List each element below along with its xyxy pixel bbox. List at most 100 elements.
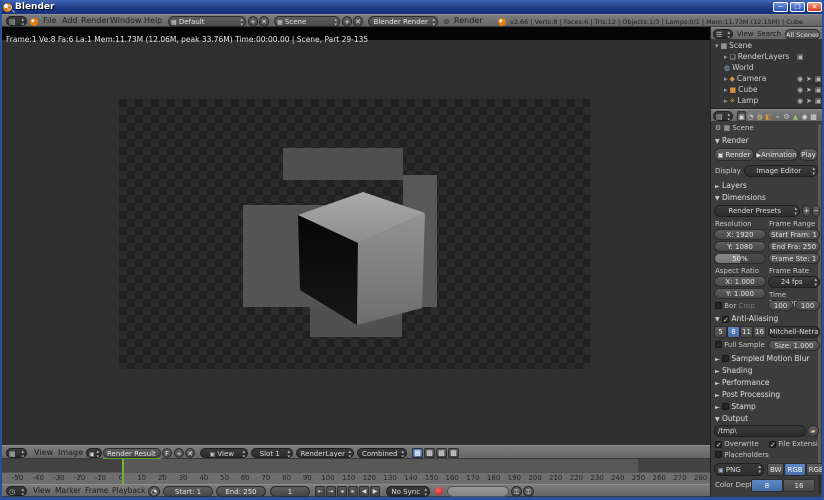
insert-keyframe-button[interactable]: ⚿ bbox=[511, 486, 522, 497]
frame-step-field[interactable]: Frame Ste: 1 bbox=[768, 253, 820, 264]
close-button[interactable]: ✕ bbox=[807, 2, 822, 12]
properties-tab-object[interactable]: ◧ bbox=[764, 113, 773, 121]
outliner-row-world[interactable]: ◍ World bbox=[711, 62, 822, 73]
outliner-item-label[interactable]: Lamp bbox=[737, 96, 758, 105]
display-dropdown[interactable]: Image Editor ▴ ▾ bbox=[744, 165, 818, 177]
panel-stamp-header[interactable]: ► Stamp bbox=[715, 402, 815, 414]
aa-samples-5[interactable]: 5 bbox=[714, 326, 727, 338]
aa-size-field[interactable]: Size: 1.000 bbox=[768, 340, 820, 351]
unlink-image-button[interactable]: ✕ bbox=[185, 448, 195, 458]
aa-filter-dropdown[interactable]: Mitchell-Netra▴▾ bbox=[768, 326, 820, 338]
outliner-item-label[interactable]: Scene bbox=[729, 41, 752, 50]
visibility-eye-icon[interactable]: ◉ bbox=[797, 75, 803, 83]
render-engine-dropdown[interactable]: Blender Render ▴ ▾ bbox=[368, 16, 438, 27]
use-preview-range-button[interactable]: ◔ bbox=[148, 486, 160, 497]
placeholders-checkbox[interactable]: Placeholders bbox=[715, 451, 769, 459]
outliner-item-label[interactable]: Camera bbox=[737, 74, 766, 83]
color-depth-16[interactable]: 16 bbox=[783, 479, 815, 492]
view-mode-dropdown[interactable]: ▣ View ▴ ▾ bbox=[200, 448, 248, 458]
channel-rgb[interactable]: RGB bbox=[784, 463, 806, 476]
color-depth-8[interactable]: 8 bbox=[751, 479, 783, 492]
render-pass-dropdown[interactable]: Combined ▴ ▾ bbox=[357, 448, 407, 458]
panel-dimensions-header[interactable]: ▼ Dimensions bbox=[715, 193, 766, 202]
channel-rgb-icon[interactable]: ▩ bbox=[412, 448, 423, 458]
previous-keyframe-button[interactable]: ◂ bbox=[337, 486, 347, 497]
panel-checkbox[interactable] bbox=[722, 355, 730, 362]
visibility-eye-icon[interactable]: ◉ bbox=[797, 86, 803, 94]
channel-alpha-icon[interactable]: ▩ bbox=[436, 448, 447, 458]
current-frame-marker[interactable] bbox=[122, 459, 124, 484]
menu-add[interactable]: Add bbox=[62, 15, 78, 27]
add-preset-button[interactable]: + bbox=[802, 205, 811, 217]
full-sample-checkbox[interactable]: Full Sample bbox=[715, 341, 765, 349]
fake-user-button[interactable]: F bbox=[162, 448, 172, 458]
next-keyframe-button[interactable]: ▸ bbox=[348, 486, 358, 497]
remap-old-field[interactable]: 100 bbox=[768, 300, 793, 311]
border-checkbox[interactable]: Bor Crop bbox=[715, 302, 755, 310]
image-browse-button[interactable]: ▣ ▴ ▾ bbox=[86, 448, 102, 458]
properties-tab-material[interactable]: ◉ bbox=[800, 113, 809, 121]
expander-icon[interactable]: ▸ bbox=[724, 86, 728, 94]
outliner-item-label[interactable]: World bbox=[732, 63, 754, 72]
timeline-menu-marker[interactable]: Marker bbox=[55, 485, 81, 497]
resolution-percent-slider[interactable]: 50% bbox=[714, 253, 766, 264]
file-extensions-checkbox[interactable]: ✓ File Extensi bbox=[769, 440, 818, 449]
play-reverse-button[interactable]: ◀ bbox=[359, 486, 369, 497]
expander-icon[interactable]: ▸ bbox=[724, 53, 728, 61]
renderable-camera-icon[interactable]: ▣ bbox=[815, 97, 822, 105]
file-format-dropdown[interactable]: ▣ PNG ▴ ▾ bbox=[714, 463, 764, 476]
selectable-cursor-icon[interactable]: ➤ bbox=[806, 97, 812, 105]
render-animation-button[interactable]: ▶Animation bbox=[755, 148, 798, 161]
timeline-menu-view[interactable]: View bbox=[33, 485, 51, 497]
timeline-canvas[interactable]: -50 -40 -30 -20 -10 0 10 20 30 40 50 60 70 80 90 100 110… bbox=[2, 459, 711, 484]
visibility-eye-icon[interactable]: ◉ bbox=[797, 97, 803, 105]
panel-shading-header[interactable]: ► Shading bbox=[715, 366, 815, 378]
outliner-row-cube[interactable]: ▸ ■ Cube ◉ ➤ ▣ bbox=[711, 84, 822, 95]
image-menu-view[interactable]: View bbox=[34, 447, 53, 459]
editor-type-dropdown[interactable]: ▤ ▴ ▾ bbox=[6, 16, 27, 26]
sync-dropdown[interactable]: No Sync ▴ ▾ bbox=[386, 486, 430, 497]
menu-render[interactable]: Render bbox=[81, 15, 109, 27]
selectable-cursor-icon[interactable]: ➤ bbox=[806, 86, 812, 94]
outliner-menu-view[interactable]: View bbox=[737, 28, 754, 40]
maximize-button[interactable]: ❐ bbox=[790, 2, 805, 12]
renderable-camera-icon[interactable]: ▣ bbox=[815, 86, 822, 94]
new-image-button[interactable]: + bbox=[174, 448, 184, 458]
delete-keyframe-button[interactable]: ⚿ bbox=[523, 486, 534, 497]
resolution-x-field[interactable]: X: 1920 bbox=[714, 229, 766, 240]
layout-selector[interactable]: ▦ Default ▴ ▾ bbox=[168, 16, 246, 27]
aspect-y-field[interactable]: Y: 1.000 bbox=[714, 288, 766, 299]
renderable-camera-icon[interactable]: ▣ bbox=[815, 75, 822, 83]
start-frame-input[interactable]: Start: 1 bbox=[163, 486, 213, 497]
renderable-camera-icon[interactable]: ▣ bbox=[797, 53, 804, 61]
selectable-cursor-icon[interactable]: ➤ bbox=[806, 75, 812, 83]
overwrite-box[interactable]: ✓ bbox=[715, 441, 722, 449]
properties-tab-texture[interactable]: ▩ bbox=[809, 113, 818, 121]
aa-checkbox[interactable]: ✓ bbox=[722, 316, 730, 324]
properties-tab-modifiers[interactable]: ⚙ bbox=[782, 113, 791, 121]
play-button[interactable]: ▶ bbox=[370, 486, 380, 497]
image-editor-canvas[interactable]: Frame:1 Ve:8 Fa:6 La:1 Mem:11.73M (12.06… bbox=[2, 27, 711, 445]
outliner-item-label[interactable]: Cube bbox=[738, 85, 757, 94]
channel-rgba[interactable]: RGBA bbox=[805, 463, 822, 476]
panel-render-header[interactable]: ▼ Render bbox=[715, 136, 749, 145]
window-titlebar[interactable]: Blender ─ ❐ ✕ bbox=[2, 0, 822, 14]
remap-new-field[interactable]: 100 bbox=[795, 300, 820, 311]
overwrite-checkbox[interactable]: ✓ Overwrite bbox=[715, 440, 759, 449]
keying-set-field[interactable] bbox=[447, 486, 509, 497]
outliner-row-renderlayers[interactable]: ▸ ❏ RenderLayers ▣ bbox=[711, 51, 822, 62]
blender-menu-icon[interactable] bbox=[30, 18, 38, 26]
outliner-row-scene[interactable]: ▾ ▦ Scene bbox=[711, 40, 822, 51]
panel-output-header[interactable]: ▼ Output bbox=[715, 414, 748, 423]
render-play-button[interactable]: Play bbox=[799, 148, 818, 161]
timeline-editor-dropdown[interactable]: ◷ ▴ ▾ bbox=[6, 486, 27, 496]
fps-dropdown[interactable]: 24 fps ▴ ▾ bbox=[768, 276, 820, 288]
expander-icon[interactable]: ▸ bbox=[724, 97, 728, 105]
properties-tab-scene[interactable]: ◔ bbox=[746, 113, 755, 121]
menu-help[interactable]: Help bbox=[144, 15, 162, 27]
file-ext-box[interactable]: ✓ bbox=[769, 441, 776, 449]
current-frame-input[interactable]: 1 bbox=[270, 486, 310, 497]
delete-layout-button[interactable]: ✕ bbox=[259, 16, 269, 27]
aa-samples-16[interactable]: 16 bbox=[753, 326, 766, 338]
expander-icon[interactable]: ▸ bbox=[724, 75, 728, 83]
